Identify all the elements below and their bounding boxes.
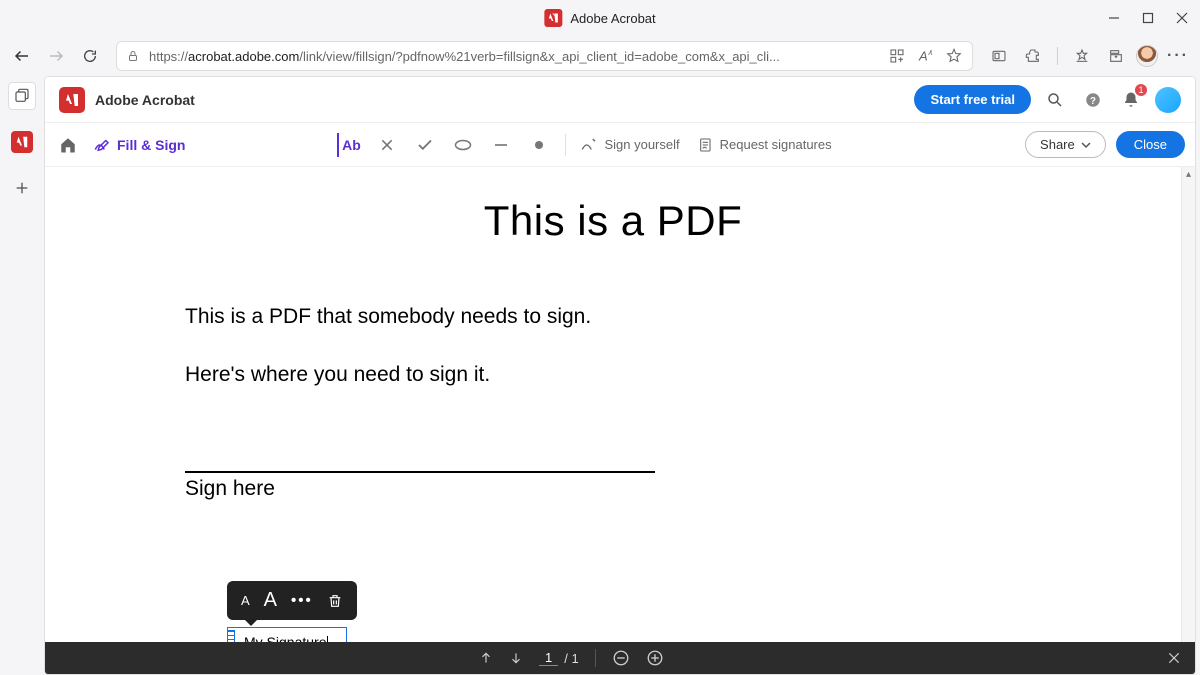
acrobat-app-name: Adobe Acrobat [95, 92, 195, 108]
scroll-up-icon[interactable]: ▴ [1186, 167, 1191, 182]
annotation-toolbar: A A ••• [227, 581, 357, 620]
pdf-page: This is a PDF This is a PDF that somebod… [45, 167, 1181, 541]
notifications-icon[interactable]: 1 [1117, 86, 1145, 114]
svg-text:?: ? [1090, 95, 1096, 106]
profile-avatar[interactable] [1136, 45, 1158, 67]
vertical-scrollbar[interactable]: ▴ [1181, 167, 1195, 642]
signature-line [185, 471, 655, 473]
browser-toolbar: https://acrobat.adobe.com/link/view/fill… [0, 36, 1200, 76]
start-trial-button[interactable]: Start free trial [914, 85, 1031, 114]
adobe-logo-icon [544, 9, 562, 27]
new-tab-icon[interactable] [8, 174, 36, 202]
circle-tool[interactable] [451, 133, 475, 157]
favorite-icon[interactable] [946, 48, 962, 64]
text-annotation[interactable]: A A ••• My Signature [227, 627, 347, 642]
next-page-icon[interactable] [509, 651, 523, 665]
fill-sign-title: Fill & Sign [93, 136, 185, 154]
forward-button[interactable] [42, 42, 70, 70]
close-nav-icon[interactable] [1167, 651, 1181, 665]
grid-icon[interactable] [889, 48, 905, 64]
x-mark-tool[interactable] [375, 133, 399, 157]
acrobat-logo-icon [59, 87, 85, 113]
delete-annotation-icon[interactable] [327, 593, 343, 609]
address-bar[interactable]: https://acrobat.adobe.com/link/view/fill… [116, 41, 973, 71]
check-mark-tool[interactable] [413, 133, 437, 157]
browser-left-rail [0, 76, 44, 202]
current-page-input[interactable]: 1 [539, 650, 558, 666]
prev-page-icon[interactable] [479, 651, 493, 665]
document-area: This is a PDF This is a PDF that somebod… [45, 167, 1195, 674]
home-icon[interactable] [55, 136, 81, 154]
help-icon[interactable]: ? [1079, 86, 1107, 114]
extensions-icon[interactable] [1019, 42, 1047, 70]
annotation-tools: Ab Sign yourself Request signatures [337, 133, 831, 157]
separator [595, 649, 596, 667]
refresh-button[interactable] [76, 42, 104, 70]
url-text: https://acrobat.adobe.com/link/view/fill… [149, 49, 780, 64]
fill-sign-toolbar: Fill & Sign Ab Sign yourself Request sig… [45, 123, 1195, 167]
annotation-more-icon[interactable]: ••• [291, 592, 313, 609]
back-button[interactable] [8, 42, 36, 70]
close-window-button[interactable] [1176, 12, 1188, 24]
annotation-text-box[interactable]: My Signature [227, 627, 347, 642]
screenshot-icon[interactable] [985, 42, 1013, 70]
window-title: Adobe Acrobat [570, 11, 655, 26]
close-button[interactable]: Close [1116, 131, 1185, 158]
favorites-list-icon[interactable] [1068, 42, 1096, 70]
document-viewport[interactable]: This is a PDF This is a PDF that somebod… [45, 167, 1181, 642]
notification-badge: 1 [1135, 84, 1147, 96]
search-icon[interactable] [1041, 86, 1069, 114]
sign-here-label: Sign here [185, 477, 1041, 501]
separator [1057, 47, 1058, 65]
tabs-icon[interactable] [8, 82, 36, 110]
annotation-text-value[interactable]: My Signature [238, 634, 326, 642]
line-tool[interactable] [489, 133, 513, 157]
acrobat-header: Adobe Acrobat Start free trial ? 1 [45, 77, 1195, 123]
document-line-2: Here's where you need to sign it. [185, 363, 1041, 387]
text-size-icon[interactable]: A٨ [919, 48, 932, 63]
collections-icon[interactable] [1102, 42, 1130, 70]
acrobat-tab-icon[interactable] [8, 128, 36, 156]
more-menu-icon[interactable]: ··· [1164, 42, 1192, 70]
maximize-button[interactable] [1142, 12, 1154, 24]
page-indicator: 1 / 1 [539, 650, 579, 666]
account-avatar[interactable] [1155, 87, 1181, 113]
document-heading: This is a PDF [185, 197, 1041, 245]
pen-icon [93, 136, 111, 154]
page-nav-bar: 1 / 1 [45, 642, 1195, 674]
text-tool[interactable]: Ab [337, 133, 361, 157]
dot-tool[interactable] [527, 133, 551, 157]
share-button[interactable]: Share [1025, 131, 1106, 158]
acrobat-app: Adobe Acrobat Start free trial ? 1 Fill … [44, 76, 1196, 675]
font-larger-button[interactable]: A [264, 589, 277, 612]
minimize-button[interactable] [1108, 12, 1120, 24]
resize-handle[interactable] [227, 630, 235, 642]
sign-yourself-button[interactable]: Sign yourself [580, 136, 679, 154]
document-line-1: This is a PDF that somebody needs to sig… [185, 305, 1041, 329]
zoom-out-icon[interactable] [612, 649, 630, 667]
total-pages: / 1 [564, 651, 578, 666]
request-signatures-button[interactable]: Request signatures [698, 136, 832, 154]
font-smaller-button[interactable]: A [241, 593, 250, 608]
zoom-in-icon[interactable] [646, 649, 664, 667]
separator [565, 134, 566, 156]
lock-icon [127, 49, 139, 63]
window-title-bar: Adobe Acrobat [0, 0, 1200, 36]
